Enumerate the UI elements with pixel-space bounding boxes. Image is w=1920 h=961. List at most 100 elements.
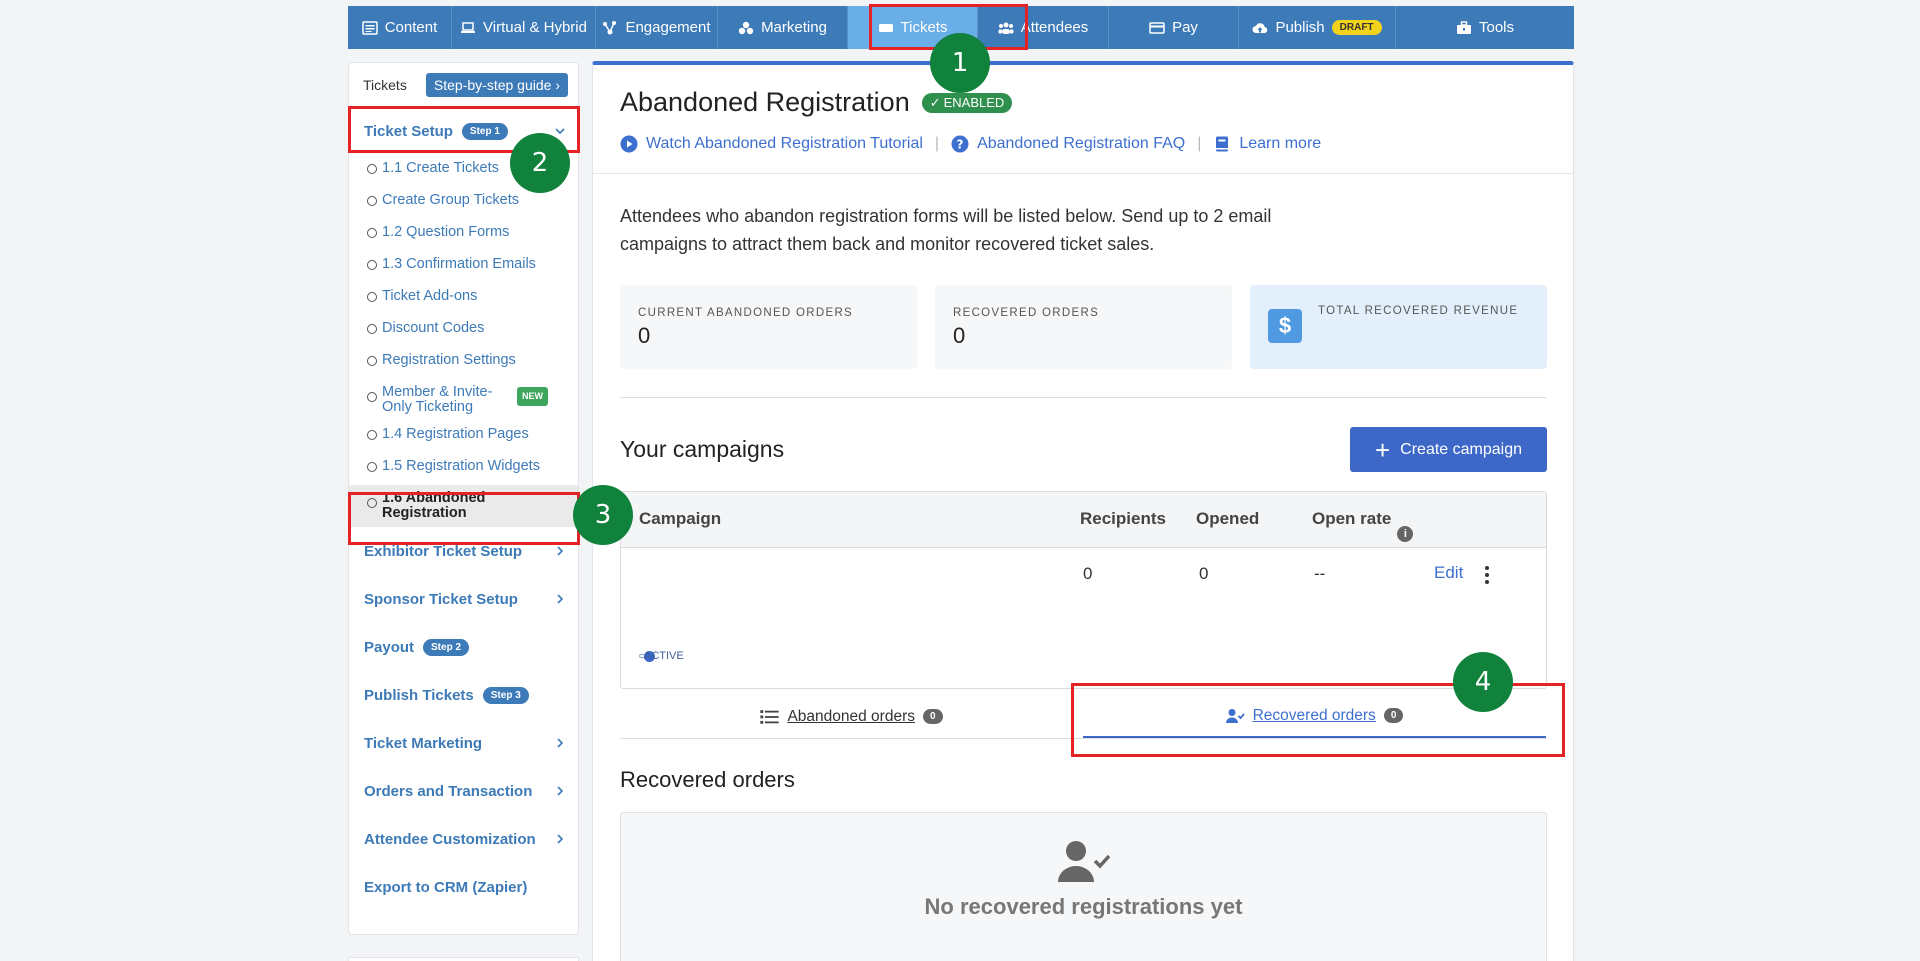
sidebar-section-attendee-customization[interactable]: Attendee Customization [349, 815, 578, 863]
sidebar-item-member-invite-only[interactable]: Member & Invite-Only Ticketing NEW [367, 379, 578, 421]
circle-icon [367, 196, 377, 206]
plus-icon: + [1374, 434, 1391, 465]
sidebar-section-payout[interactable]: Payout Step 2 [349, 623, 578, 671]
annotation-marker-4: 4 [1453, 652, 1513, 712]
annotation-box-abandoned-registration [348, 492, 580, 545]
sidebar-title: Tickets [363, 76, 407, 93]
sidebar-section-sponsor[interactable]: Sponsor Ticket Setup [349, 575, 578, 623]
nav-attendees-label: Attendees [1020, 19, 1089, 36]
nav-content[interactable]: Content [348, 6, 452, 49]
campaign-status-label: ACTIVE [644, 650, 684, 662]
sidebar-item-ticket-add-ons[interactable]: Ticket Add-ons [367, 283, 578, 315]
circle-icon [367, 292, 377, 302]
faq-link-label: Abandoned Registration FAQ [977, 135, 1186, 152]
create-campaign-label: Create campaign [1400, 440, 1523, 458]
status-badge: ✓ ENABLED [921, 92, 1013, 113]
edit-campaign-link[interactable]: Edit [1434, 563, 1463, 583]
sidebar-section-publish-tickets[interactable]: Publish Tickets Step 3 [349, 671, 578, 719]
column-header-recipients: Recipients [1080, 509, 1166, 528]
step-badge: Step 3 [482, 686, 529, 704]
column-header-campaign: Campaign [639, 509, 722, 528]
sidebar-item-question-forms[interactable]: 1.2 Question Forms [367, 219, 578, 251]
sidebar-item-label: Registration Settings [382, 352, 516, 368]
stat-card-recovered: RECOVERED ORDERS 0 [935, 285, 1232, 369]
chevron-right-icon: › [555, 76, 560, 93]
sidebar-section-export-crm[interactable]: Export to CRM (Zapier) [349, 863, 578, 911]
nav-engagement[interactable]: Engagement [596, 6, 718, 49]
sidebar-item-label: Create Group Tickets [382, 192, 519, 208]
sidebar-section-orders[interactable]: Orders and Transaction [349, 767, 578, 815]
sidebar-item-label: 1.3 Confirmation Emails [382, 256, 536, 272]
nav-virtual-hybrid[interactable]: Virtual & Hybrid [452, 6, 596, 49]
nav-marketing[interactable]: Marketing [718, 6, 848, 49]
sidebar-section-label: Ticket Marketing [364, 734, 483, 752]
empty-state: No recovered registrations yet [620, 812, 1547, 961]
info-icon[interactable]: i [1397, 526, 1414, 542]
column-header-open-rate: Open rate [1312, 509, 1392, 528]
marketing-icon [738, 21, 754, 34]
sidebar-secondary-panel [348, 957, 579, 961]
ticket-setup-submenu: 1.1 Create Tickets Create Group Tickets … [349, 155, 578, 527]
campaigns-table: Campaign Recipients Opened Open rate i 0 … [620, 491, 1547, 689]
tab-label: Abandoned orders [787, 707, 915, 725]
nav-tools[interactable]: Tools [1396, 6, 1574, 49]
tutorial-link[interactable]: Watch Abandoned Registration Tutorial [620, 135, 923, 153]
sidebar-item-registration-widgets[interactable]: 1.5 Registration Widgets [367, 453, 578, 485]
nav-engagement-label: Engagement [625, 19, 711, 36]
svg-text:?: ? [957, 138, 964, 152]
circle-icon [367, 392, 377, 402]
link-separator: | [934, 135, 940, 152]
check-icon: ✓ [929, 94, 941, 110]
step-by-step-guide-button[interactable]: Step-by-step guide › [425, 72, 568, 97]
section-divider [620, 397, 1546, 398]
nav-pay-label: Pay [1172, 19, 1198, 36]
stat-label: CURRENT ABANDONED ORDERS [638, 307, 854, 319]
status-badge-label: ENABLED [943, 95, 1005, 110]
book-icon [1216, 136, 1229, 152]
sidebar-item-label: Discount Codes [382, 320, 485, 336]
sidebar-section-label: Attendee Customization [364, 830, 536, 848]
main-panel: Abandoned Registration ✓ ENABLED Watch Ab… [592, 61, 1574, 961]
guide-button-label: Step-by-step guide [433, 76, 552, 93]
circle-icon [367, 356, 377, 366]
step-badge: Step 2 [423, 638, 470, 656]
sidebar-item-label: 1.2 Question Forms [382, 224, 510, 240]
sidebar-section-label: Orders and Transaction [364, 782, 533, 800]
stat-value: 0 [638, 323, 651, 348]
laptop-icon [461, 21, 476, 33]
sidebar-section-label: Sponsor Ticket Setup [364, 590, 518, 608]
sidebar-item-registration-settings[interactable]: Registration Settings [367, 347, 578, 379]
stat-label: RECOVERED ORDERS [953, 307, 1100, 319]
card-icon [1149, 21, 1165, 34]
link-separator: | [1197, 135, 1202, 152]
sidebar-header: Tickets Step-by-step guide › [349, 63, 578, 107]
create-campaign-button[interactable]: + Create campaign [1350, 427, 1547, 472]
sidebar-item-label: 1.1 Create Tickets [382, 160, 499, 176]
column-header-open-rate-wrap: Open rate i [1312, 509, 1414, 542]
circle-icon [367, 260, 377, 270]
nav-content-label: Content [384, 19, 438, 36]
help-links: Watch Abandoned Registration Tutorial | … [620, 135, 1321, 153]
sidebar-section-ticket-marketing[interactable]: Ticket Marketing [349, 719, 578, 767]
recovered-orders-heading: Recovered orders [620, 767, 795, 792]
nav-pay[interactable]: Pay [1109, 6, 1239, 49]
column-header-opened: Opened [1196, 509, 1260, 528]
chevron-right-icon [557, 738, 564, 748]
circle-icon [367, 462, 377, 472]
tutorial-link-label: Watch Abandoned Registration Tutorial [646, 135, 923, 152]
user-check-icon [1058, 841, 1111, 882]
sidebar-section-label: Payout [364, 638, 415, 656]
nav-publish[interactable]: Publish DRAFT [1239, 6, 1396, 49]
recipients-value: 0 [1083, 564, 1093, 583]
more-options-icon[interactable] [1485, 566, 1489, 584]
tab-abandoned-orders[interactable]: Abandoned orders 0 [620, 695, 1083, 738]
header-divider [593, 173, 1573, 174]
learn-more-link[interactable]: Learn more [1213, 135, 1321, 153]
faq-link[interactable]: ? Abandoned Registration FAQ [951, 135, 1185, 153]
annotation-marker-2: 2 [510, 133, 570, 193]
sidebar-item-confirmation-emails[interactable]: 1.3 Confirmation Emails [367, 251, 578, 283]
sidebar-item-discount-codes[interactable]: Discount Codes [367, 315, 578, 347]
chevron-right-icon [557, 786, 564, 796]
sidebar-item-label: Member & Invite-Only Ticketing [382, 384, 493, 415]
sidebar-item-registration-pages[interactable]: 1.4 Registration Pages [367, 421, 578, 453]
